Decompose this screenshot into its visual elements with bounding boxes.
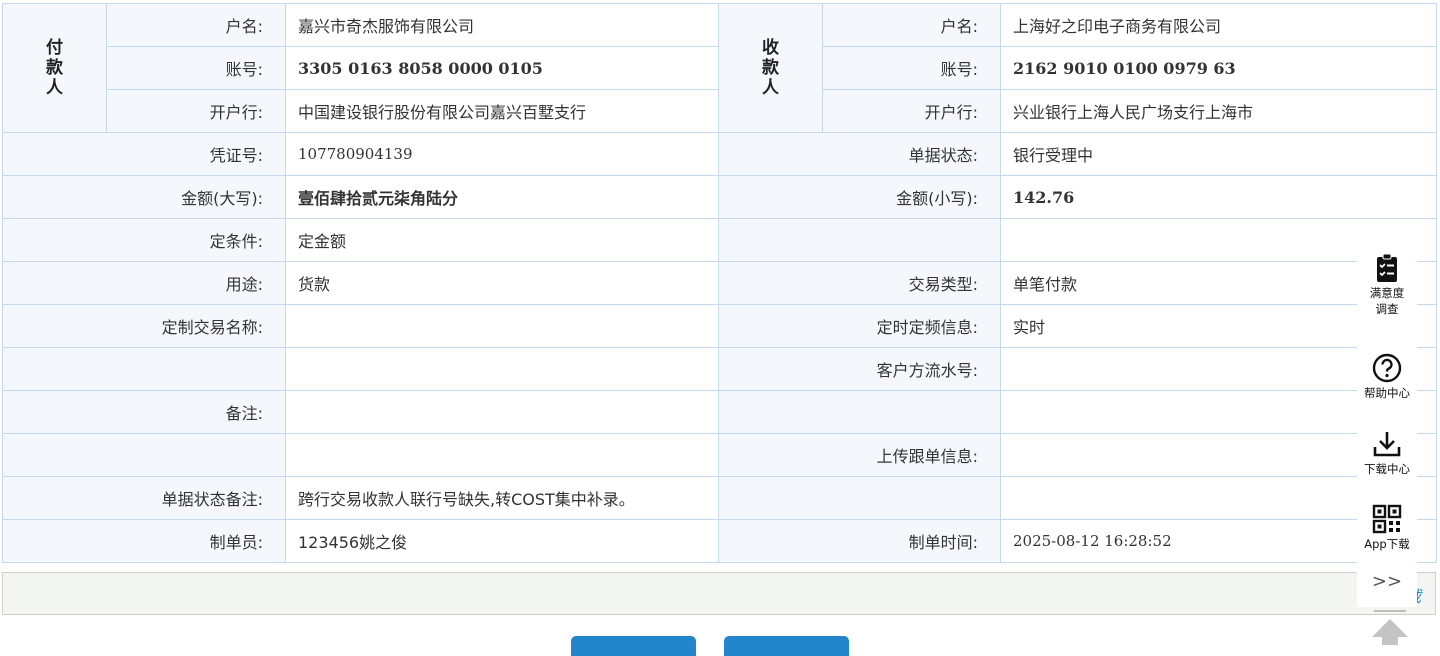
primary-button[interactable]: [571, 636, 696, 656]
app-download-button[interactable]: App下载: [1357, 504, 1417, 552]
sidebar-collapse-button[interactable]: >>: [1357, 567, 1417, 607]
survey-button[interactable]: 满意度 调查: [1357, 253, 1417, 317]
download-center-button[interactable]: 下载中心: [1357, 429, 1417, 477]
client-serial-label: 客户方流水号:: [718, 347, 1001, 391]
back-to-top-icon[interactable]: [1370, 617, 1410, 645]
payer-bank-value: 中国建设银行股份有限公司嘉兴百墅支行: [285, 89, 719, 133]
remark-value: [285, 390, 719, 434]
payee-name-label: 户名:: [822, 3, 1001, 47]
help-center-button[interactable]: 帮助中心: [1357, 353, 1417, 401]
payer-name-value: 嘉兴市奇杰服饰有限公司: [285, 3, 719, 47]
table-row: 上传跟单信息:: [2, 433, 1437, 477]
payer-header: 付 款 人: [2, 3, 107, 133]
payee-account-label: 账号:: [822, 46, 1001, 90]
payer-header-char: 款: [46, 58, 63, 78]
empty-label-cell: [718, 218, 1001, 262]
table-row: 制单员: 123456姚之俊 制单时间: 2025-08-12 16:28:52: [2, 519, 1437, 563]
empty-label-cell: [2, 347, 286, 391]
voucher-label: 凭证号:: [2, 132, 286, 176]
table-row: 付 款 人 户名: 嘉兴市奇杰服饰有限公司 收 款 人 户名: 上海好之印电子商…: [2, 3, 1437, 133]
remark-label: 备注:: [2, 390, 286, 434]
payer-account-label: 账号:: [106, 46, 286, 90]
table-row: 用途: 货款 交易类型: 单笔付款: [2, 261, 1437, 305]
amount-upper-value: 壹佰肆拾贰元柒角陆分: [285, 175, 719, 219]
payee-name-value: 上海好之印电子商务有限公司: [1000, 3, 1437, 47]
purpose-label: 用途:: [2, 261, 286, 305]
table-row: 定条件: 定金额: [2, 218, 1437, 262]
maker-value: 123456姚之俊: [285, 519, 719, 563]
status-remark-label: 单据状态备注:: [2, 476, 286, 520]
custom-name-label: 定制交易名称:: [2, 304, 286, 348]
transfer-detail-table: 付 款 人 户名: 嘉兴市奇杰服饰有限公司 收 款 人 户名: 上海好之印电子商…: [2, 3, 1437, 563]
payer-name-label: 户名:: [106, 3, 286, 47]
footer-bar: 载: [2, 572, 1436, 615]
maker-label: 制单员:: [2, 519, 286, 563]
survey-label-line2: 调查: [1375, 302, 1399, 316]
survey-label-line1: 满意度: [1369, 286, 1405, 300]
collapse-icon: >>: [1371, 571, 1403, 592]
empty-value-cell: [285, 347, 719, 391]
payee-account-value: 2162 9010 0100 0979 63: [1000, 46, 1437, 90]
help-center-label: 帮助中心: [1364, 386, 1410, 400]
payee-header-char: 人: [762, 78, 779, 98]
payer-header-char: 人: [46, 78, 63, 98]
schedule-label: 定时定频信息:: [718, 304, 1001, 348]
question-circle-icon: [1372, 353, 1402, 383]
status-label: 单据状态:: [718, 132, 1001, 176]
upload-label: 上传跟单信息:: [718, 433, 1001, 477]
payee-bank-value: 兴业银行上海人民广场支行上海市: [1000, 89, 1437, 133]
floating-sidebar: 满意度 调查 帮助中心 下载中心 App下载: [1357, 247, 1417, 582]
divider: [1374, 610, 1406, 612]
table-row: 金额(大写): 壹佰肆拾贰元柒角陆分 金额(小写): 142.76: [2, 175, 1437, 219]
status-value: 银行受理中: [1000, 132, 1437, 176]
clipboard-check-icon: [1377, 253, 1397, 282]
payee-header-char: 收: [762, 38, 779, 58]
empty-label-cell: [2, 433, 286, 477]
make-time-label: 制单时间:: [718, 519, 1001, 563]
download-center-label: 下载中心: [1364, 462, 1410, 476]
table-row: 客户方流水号:: [2, 347, 1437, 391]
voucher-value: 107780904139: [285, 132, 719, 176]
empty-label-cell: [718, 476, 1001, 520]
amount-lower-value: 142.76: [1000, 175, 1437, 219]
status-remark-value: 跨行交易收款人联行号缺失,转COST集中补录。: [285, 476, 719, 520]
table-row: 定制交易名称: 定时定频信息: 实时: [2, 304, 1437, 348]
payee-header-char: 款: [762, 58, 779, 78]
trade-type-label: 交易类型:: [718, 261, 1001, 305]
payee-bank-label: 开户行:: [822, 89, 1001, 133]
qr-code-icon: [1372, 504, 1402, 534]
payee-header: 收 款 人: [718, 3, 823, 133]
amount-lower-label: 金额(小写):: [718, 175, 1001, 219]
payer-header-char: 付: [46, 38, 63, 58]
payer-bank-label: 开户行:: [106, 89, 286, 133]
app-download-label: App下载: [1364, 537, 1410, 551]
condition-value: 定金额: [285, 218, 719, 262]
empty-label-cell: [718, 390, 1001, 434]
condition-label: 定条件:: [2, 218, 286, 262]
secondary-button[interactable]: [724, 636, 849, 656]
purpose-value: 货款: [285, 261, 719, 305]
payer-account-value: 3305 0163 8058 0000 0105: [285, 46, 719, 90]
custom-name-value: [285, 304, 719, 348]
empty-value-cell: [285, 433, 719, 477]
amount-upper-label: 金额(大写):: [2, 175, 286, 219]
table-row: 凭证号: 107780904139 单据状态: 银行受理中: [2, 132, 1437, 176]
table-row: 备注:: [2, 390, 1437, 434]
download-icon: [1373, 432, 1401, 457]
table-row: 单据状态备注: 跨行交易收款人联行号缺失,转COST集中补录。: [2, 476, 1437, 520]
